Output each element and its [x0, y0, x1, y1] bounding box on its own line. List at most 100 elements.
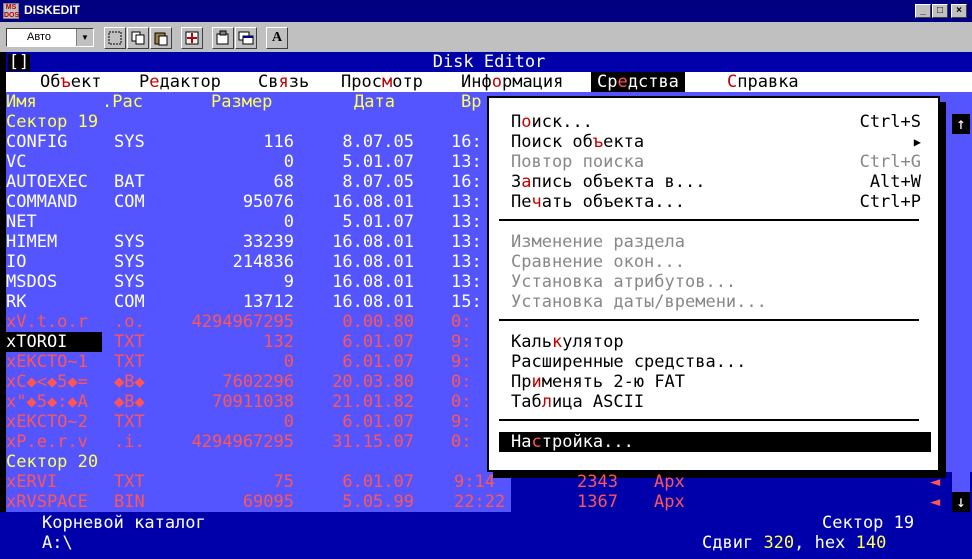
file-attr: Арх	[654, 492, 685, 512]
dropdown-item-pre: Каль	[511, 332, 552, 352]
close-box[interactable]: []	[8, 54, 30, 71]
dropdown-item-hotkey: ч	[531, 192, 542, 212]
file-size: 0	[283, 152, 294, 172]
file-ext: .o.	[114, 312, 145, 332]
close-button[interactable]: ×	[951, 4, 967, 18]
file-time: 9:	[451, 332, 472, 352]
menu-item-6[interactable]: Справка	[721, 72, 805, 92]
font-size-combo[interactable]: Авто ▼	[6, 28, 94, 47]
file-ext: ◆B◆	[114, 372, 145, 392]
row-marker-icon: ◄	[930, 492, 941, 512]
column-size[interactable]: Размер	[211, 92, 272, 112]
menu-item-hotkey: С	[727, 72, 738, 92]
file-time: 9:	[451, 352, 472, 372]
column-date[interactable]: Дата	[354, 92, 395, 112]
file-date: 8.07.05	[342, 132, 414, 152]
scrollbar[interactable]	[952, 112, 970, 512]
file-time: 16:	[451, 172, 482, 192]
dropdown-item-13[interactable]: Применять 2-ю FAT	[511, 372, 921, 392]
file-ext: ◆B◆	[114, 392, 145, 412]
column-ext[interactable]: .Рас	[102, 92, 143, 112]
status-location: Корневой каталог	[42, 513, 206, 533]
menu-separator	[499, 319, 919, 321]
table-row[interactable]: xRVSPACE BIN 69095 5.05.99 22:22 1367 Арх ◄	[6, 492, 972, 512]
menu-item-5[interactable]: Средства	[591, 72, 685, 92]
menu-item-post: правка	[737, 72, 799, 92]
file-cluster: 1367	[577, 492, 618, 512]
dropdown-item-hotkey: а	[521, 172, 532, 192]
file-ext: SYS	[114, 132, 145, 152]
background-icon[interactable]	[235, 27, 257, 49]
file-name: xEKCTO~1	[6, 352, 88, 372]
scroll-down-icon[interactable]: ↓	[952, 492, 970, 512]
menu-item-pre: Инф	[461, 72, 492, 92]
status-bar: Корневой каталог A:\ Сектор 19 Сдвиг 320…	[0, 512, 972, 559]
menu-item-hotkey: м	[381, 72, 393, 92]
menu-item-3[interactable]: Просмотр	[335, 72, 429, 92]
file-size: 0	[283, 412, 294, 432]
menu-item-hotkey: я	[278, 72, 289, 92]
dropdown-item-3[interactable]: Запись объекта в... Alt+W	[511, 172, 921, 192]
fullscreen-icon[interactable]	[181, 27, 203, 49]
copy-icon[interactable]	[127, 27, 149, 49]
file-size: 33239	[242, 232, 294, 252]
status-shift-label: Сдвиг	[702, 533, 754, 553]
dropdown-item-pre: Изменение раздела	[511, 232, 685, 252]
chevron-down-icon[interactable]: ▼	[76, 29, 93, 46]
file-name: x"◆5◆:◆A	[6, 392, 88, 412]
menu-item-2[interactable]: Связь	[252, 72, 315, 92]
dropdown-item-post: тройка...	[541, 432, 634, 452]
window-title-bar[interactable]: MS DOS DISKEDIT _ □ ×	[0, 0, 972, 22]
properties-icon[interactable]	[212, 27, 234, 49]
file-date: 5.01.07	[342, 212, 414, 232]
menu-item-1[interactable]: Редактор	[133, 72, 227, 92]
file-ext: BAT	[114, 172, 145, 192]
dropdown-item-11[interactable]: Калькулятор	[511, 332, 921, 352]
dropdown-item-8: Установка атрибутов...	[511, 272, 921, 292]
column-name[interactable]: Имя	[6, 92, 37, 112]
file-name: AUTOEXEC	[6, 172, 88, 192]
dropdown-item-0[interactable]: Поиск... Ctrl+S	[511, 112, 921, 132]
file-time: 13:	[451, 252, 482, 272]
scroll-up-icon[interactable]: ↑	[952, 114, 970, 134]
dropdown-item-hotkey: с	[531, 432, 542, 452]
menu-item-post: рмация	[501, 72, 564, 92]
file-date: 0.00.80	[342, 312, 414, 332]
file-size: 0	[283, 352, 294, 372]
file-date: 21.01.82	[332, 392, 414, 412]
dropdown-item-pre: Таб	[511, 392, 542, 412]
file-time: 22:22	[454, 492, 506, 512]
dropdown-item-4[interactable]: Печать объекта... Ctrl+P	[511, 192, 921, 212]
menu-item-4[interactable]: Информация	[455, 72, 569, 92]
dropdown-item-14[interactable]: Таблица ASCII	[511, 392, 921, 412]
dropdown-item-1[interactable]: Поиск объекта ▶	[511, 132, 921, 152]
dropdown-item-hotkey: о	[521, 112, 532, 132]
font-button[interactable]: A	[266, 27, 288, 49]
minimize-button[interactable]: _	[915, 4, 931, 18]
dropdown-item-pre: Установка даты/времени...	[511, 292, 767, 312]
file-name: xEKCTO~2	[6, 412, 88, 432]
file-size: 68	[273, 172, 294, 192]
dropdown-item-12[interactable]: Расширенные средства...	[511, 352, 921, 372]
file-date: 16.08.01	[332, 252, 414, 272]
column-time[interactable]: Вр	[461, 92, 481, 112]
paste-icon[interactable]	[150, 27, 172, 49]
file-name: xC◆<◆5◆=	[6, 372, 88, 392]
file-size: 4294967295	[191, 312, 294, 332]
file-ext: SYS	[114, 232, 145, 252]
table-row[interactable]: xERVI TXT 75 6.01.07 9:14 2343 Арх ◄	[6, 472, 972, 492]
dropdown-item-16[interactable]: Настройка...	[499, 432, 931, 452]
mark-icon[interactable]	[104, 27, 126, 49]
file-time: 16:	[451, 132, 482, 152]
dropdown-item-hotkey: к	[551, 332, 563, 352]
file-size: 70911038	[212, 392, 294, 412]
msdos-app-icon[interactable]: MS DOS	[3, 3, 19, 19]
maximize-button[interactable]: □	[932, 4, 948, 18]
file-size: 116	[263, 132, 294, 152]
dropdown-item-post: ать объекта...	[541, 192, 686, 212]
file-ext: TXT	[114, 332, 145, 352]
menu-item-pre: Св	[258, 72, 279, 92]
menu-item-0[interactable]: Объект	[34, 72, 107, 92]
menu-item-pre: Р	[139, 72, 150, 92]
menu-item-hotkey: е	[617, 72, 628, 92]
